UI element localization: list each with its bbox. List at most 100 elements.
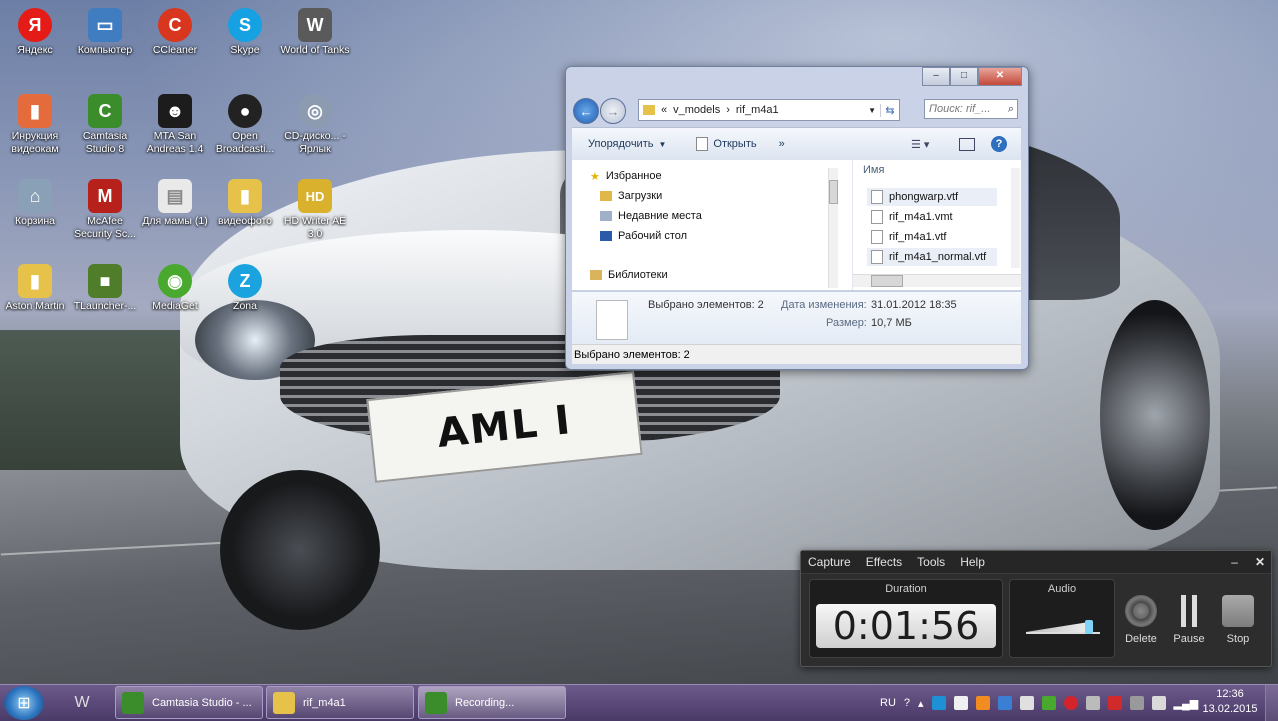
desktop-icon-obs[interactable]: ● Open Broadcasti... (210, 92, 280, 156)
desktop-icon-world-of-tanks[interactable]: W World of Tanks (280, 6, 350, 57)
tree-item-libraries[interactable]: Библиотеки (590, 266, 668, 284)
desktop-icon-hd-writer[interactable]: HD HD Writer AE 3.0 (280, 177, 350, 241)
close-icon[interactable]: ✕ (1255, 555, 1265, 569)
file-list-hscrollbar-thumb[interactable] (871, 275, 903, 287)
audio-level-meter[interactable] (1026, 616, 1100, 634)
desktop-icon-videophoto[interactable]: ▮ видеофото (210, 177, 280, 228)
chevron-down-icon[interactable]: ▼ (868, 106, 876, 115)
show-hidden-icons-icon[interactable]: ▴ (918, 697, 924, 710)
file-item[interactable]: rif_m4a1.vmt (867, 208, 953, 226)
desktop-icon-recycle-bin[interactable]: ⌂ Корзина (0, 177, 70, 228)
tray-app-icon[interactable] (1041, 696, 1056, 710)
breadcrumb-rif-m4a1[interactable]: rif_m4a1 (736, 104, 779, 116)
help-icon[interactable]: ? (991, 136, 1007, 152)
tree-item-recent-places[interactable]: Недавние места (600, 207, 702, 225)
tray-app-icon[interactable] (1107, 696, 1122, 710)
menu-tools[interactable]: Tools (917, 555, 945, 569)
desktop-icon-computer[interactable]: ▭ Компьютер (70, 6, 140, 57)
desktop-icon-cd-drive[interactable]: ◎ CD-диско... - Ярлык (280, 92, 350, 156)
menu-effects[interactable]: Effects (866, 555, 902, 569)
desktop-icon-label: CD-диско... - Ярлык (284, 130, 346, 155)
desktop-icon-for-mom[interactable]: ▤ Для мамы (1) (140, 177, 210, 228)
signal-strength-icon[interactable]: ▂▄▆ (1174, 697, 1199, 710)
desktop-icon-camtasia[interactable]: C Camtasia Studio 8 (70, 92, 140, 156)
more-commands-button[interactable]: » (779, 138, 785, 150)
back-button[interactable]: ← (573, 98, 599, 124)
address-bar[interactable]: « v_models › rif_m4a1 ▼ ⇆ (638, 99, 900, 121)
pause-button[interactable]: Pause (1169, 595, 1209, 645)
menu-capture[interactable]: Capture (808, 555, 851, 569)
file-list-hscrollbar[interactable] (853, 274, 1021, 287)
search-input[interactable]: Поиск: rif_... ⌕ (924, 99, 1018, 119)
ie-icon[interactable] (931, 696, 946, 710)
explorer-window[interactable]: – □ ✕ ← → « v_models › rif_m4a1 ▼ ⇆ Поис… (565, 66, 1029, 370)
tray-app-icon[interactable] (1019, 696, 1034, 710)
menu-help[interactable]: Help (960, 555, 985, 569)
details-selected-count: Выбрано элементов: 2 (648, 299, 764, 311)
desktop-icon-label: Skype (230, 44, 260, 56)
taskbar-pin-world-of-tanks[interactable]: W (66, 689, 98, 717)
taskbar-task-camtasia[interactable]: Camtasia Studio - ... (115, 686, 263, 719)
breadcrumb-v-models[interactable]: v_models (673, 104, 720, 116)
language-indicator[interactable]: RU (880, 697, 896, 709)
desktop-icon-aston-martin[interactable]: ▮ Aston Martin (0, 262, 70, 313)
clock[interactable]: 12:36 13.02.2015 (1200, 687, 1260, 717)
desktop-icon-mediaget[interactable]: ◉ MediaGet (140, 262, 210, 313)
tray-app-icon[interactable] (953, 696, 968, 710)
audio-slider-thumb[interactable] (1084, 620, 1093, 634)
forward-button[interactable]: → (600, 98, 626, 124)
windows-logo-icon: ⊞ (17, 695, 31, 712)
desktop-icon-mta[interactable]: ☻ MTA San Andreas 1.4 (140, 92, 210, 156)
tree-item-downloads[interactable]: Загрузки (600, 187, 662, 205)
tree-item-favorites[interactable]: ★ Избранное (590, 167, 662, 185)
minimize-icon[interactable]: – (1231, 555, 1238, 569)
delete-button[interactable]: Delete (1121, 595, 1161, 645)
close-button[interactable]: ✕ (978, 67, 1022, 86)
network-flag-icon[interactable] (1151, 696, 1166, 710)
status-bar: Выбрано элементов: 2 (572, 344, 1021, 364)
file-item[interactable]: rif_m4a1.vtf (867, 228, 946, 246)
tray-app-icon[interactable] (997, 696, 1012, 710)
desktop-icon-instruction[interactable]: ▮ Инрукция видеокам (0, 92, 70, 156)
recycle-bin-icon: ⌂ (18, 179, 52, 213)
refresh-icon[interactable]: ⇆ (880, 103, 899, 117)
clock-date: 13.02.2015 (1202, 703, 1258, 715)
tray-app-icon[interactable] (1129, 696, 1144, 710)
desktop-icon-skype[interactable]: S Skype (210, 6, 280, 57)
column-header-name[interactable]: Имя (863, 164, 884, 176)
tray-app-icon[interactable] (1085, 696, 1100, 710)
desktop-icon-label: Корзина (15, 215, 55, 227)
view-options-icon[interactable]: ☰ ▾ (911, 138, 945, 151)
organize-button[interactable]: Упорядочить ▼ (588, 138, 666, 150)
file-thumbnail-icon (596, 300, 628, 340)
open-button[interactable]: Открыть (696, 137, 757, 151)
stop-icon (1222, 595, 1254, 627)
tray-app-icon[interactable] (975, 696, 990, 710)
maximize-button[interactable]: □ (950, 67, 978, 86)
start-button[interactable]: ⊞ (4, 686, 44, 720)
taskbar-task-recording[interactable]: Recording... (418, 686, 566, 719)
desktop-icon-tlauncher[interactable]: ■ TLauncher-... (70, 262, 140, 313)
camtasia-recorder-panel[interactable]: Capture Effects Tools Help – ✕ Duration … (800, 550, 1272, 667)
taskbar-task-explorer[interactable]: rif_m4a1 (266, 686, 414, 719)
desktop-icon-zona[interactable]: Z Zona (210, 262, 280, 313)
help-icon[interactable]: ? (904, 697, 910, 709)
minimize-button[interactable]: – (922, 67, 950, 86)
preview-pane-icon[interactable] (959, 137, 975, 151)
file-item[interactable]: phongwarp.vtf (867, 188, 997, 206)
wallpaper-car-wheel-left (220, 470, 380, 630)
nav-scrollbar-thumb[interactable] (829, 180, 838, 204)
file-item[interactable]: rif_m4a1_normal.vtf (867, 248, 997, 266)
opera-icon[interactable] (1063, 696, 1078, 710)
desktop-icon-yandex[interactable]: Я Яндекс (0, 6, 70, 57)
address-overflow[interactable]: « (661, 104, 667, 116)
tree-item-desktop[interactable]: Рабочий стол (600, 227, 687, 245)
show-desktop-button[interactable] (1265, 685, 1278, 721)
file-list-vscrollbar[interactable] (1011, 168, 1020, 268)
desktop-icon-label: MediaGet (152, 300, 198, 312)
desktop-icon-mcafee[interactable]: M McAfee Security Sc... (70, 177, 140, 241)
desktop-icon-ccleaner[interactable]: C CCleaner (140, 6, 210, 57)
stop-button[interactable]: Stop (1218, 595, 1258, 645)
nav-scrollbar[interactable] (828, 168, 838, 288)
clock-time: 12:36 (1216, 688, 1244, 700)
